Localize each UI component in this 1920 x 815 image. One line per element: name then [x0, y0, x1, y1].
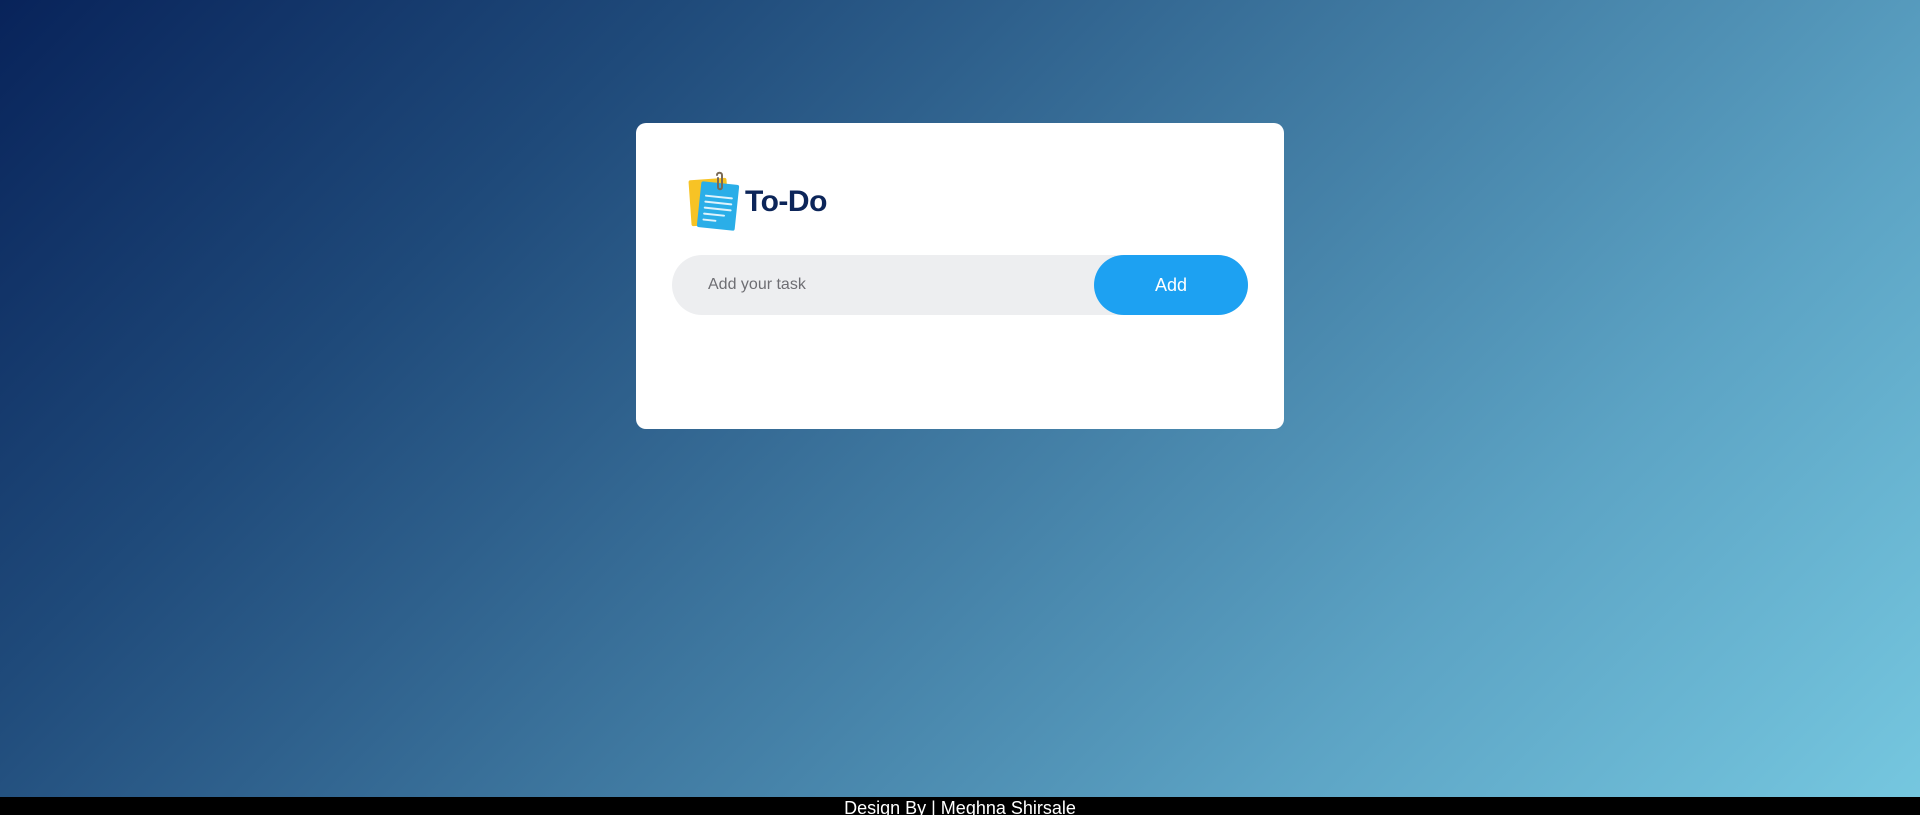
add-button[interactable]: Add — [1094, 255, 1248, 315]
page-background: { "app": { "title": "To-Do", "logo_icon"… — [0, 0, 1920, 815]
task-input-row: Add — [672, 255, 1248, 315]
footer-credit: Design By | Meghna Shirsale — [0, 797, 1920, 815]
sticky-notes-icon — [688, 171, 740, 231]
app-title: To-Do — [745, 185, 827, 218]
task-list — [672, 333, 1248, 403]
task-input[interactable] — [672, 255, 1102, 315]
todo-card: To-Do Add — [636, 123, 1284, 429]
card-header: To-Do — [687, 171, 827, 233]
